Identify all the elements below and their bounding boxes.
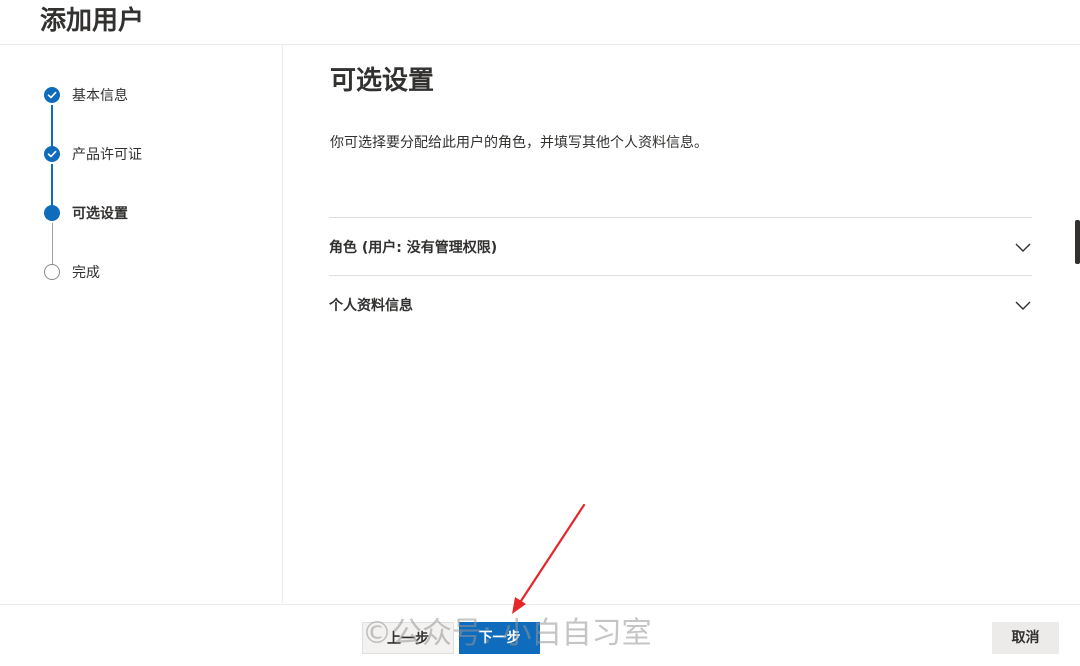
pending-step-circle-icon [44,264,60,280]
cancel-button[interactable]: 取消 [992,622,1059,654]
profile-info-accordion[interactable]: 个人资料信息 [329,275,1032,334]
step-label: 完成 [72,265,100,281]
scrollbar-thumb[interactable] [1075,220,1080,264]
roles-accordion[interactable]: 角色 (用户: 没有管理权限) [329,217,1032,276]
current-step-dot-icon [44,205,60,221]
wizard-footer: 上一步 下一步 取消 [0,604,1080,666]
chevron-down-icon [1015,301,1031,310]
chevron-down-icon [1015,243,1031,252]
section-description: 你可选择要分配给此用户的角色，并填写其他个人资料信息。 [330,135,708,151]
checkmark-icon [44,146,60,162]
add-user-wizard: 添加用户 基本信息 产品许可证 可选设置 完成 可选设置 你可选择要分配给此用户… [0,0,1080,666]
next-button[interactable]: 下一步 [459,622,540,654]
back-button[interactable]: 上一步 [362,622,454,654]
page-title: 添加用户 [40,6,145,36]
step-basic-info[interactable]: 基本信息 [44,85,128,105]
page-header: 添加用户 [0,0,1080,45]
step-optional-settings[interactable]: 可选设置 [44,203,128,223]
step-label: 可选设置 [72,206,128,222]
section-title: 可选设置 [330,66,435,96]
checkmark-icon [44,87,60,103]
step-label: 产品许可证 [72,147,142,163]
step-connector [52,223,53,267]
accordion-label: 角色 (用户: 没有管理权限) [329,240,498,256]
step-finish: 完成 [44,262,100,282]
accordion-label: 个人资料信息 [329,298,413,314]
step-label: 基本信息 [72,88,128,104]
wizard-stepper: 基本信息 产品许可证 可选设置 完成 [0,45,283,603]
step-product-license[interactable]: 产品许可证 [44,144,142,164]
